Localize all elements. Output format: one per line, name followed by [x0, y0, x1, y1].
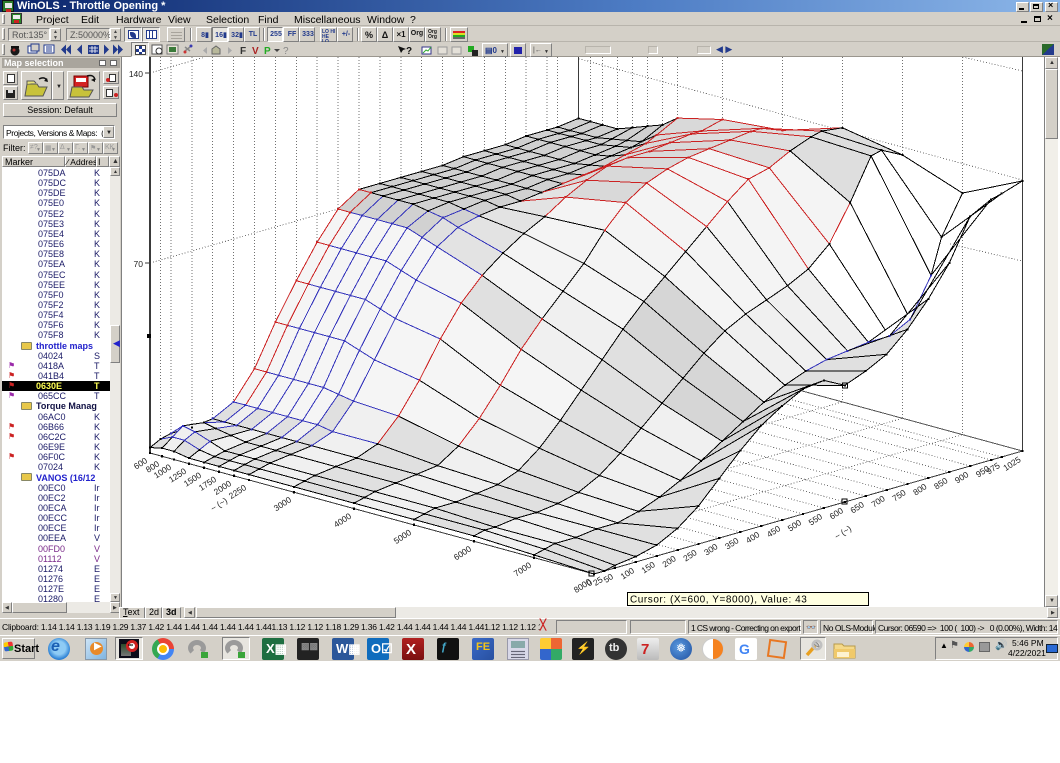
svg-text:?: ?: [283, 46, 289, 57]
svg-text:?: ?: [406, 46, 412, 57]
svg-text:V: V: [252, 46, 259, 57]
svg-text:Cursor: (X=600, Y=8000), Value: Cursor: (X=600, Y=8000), Value: 43: [630, 595, 807, 606]
svg-text:P: P: [264, 46, 271, 57]
svg-text:140: 140: [129, 69, 143, 79]
svg-text:70: 70: [134, 259, 144, 269]
svg-text:F: F: [240, 46, 246, 57]
